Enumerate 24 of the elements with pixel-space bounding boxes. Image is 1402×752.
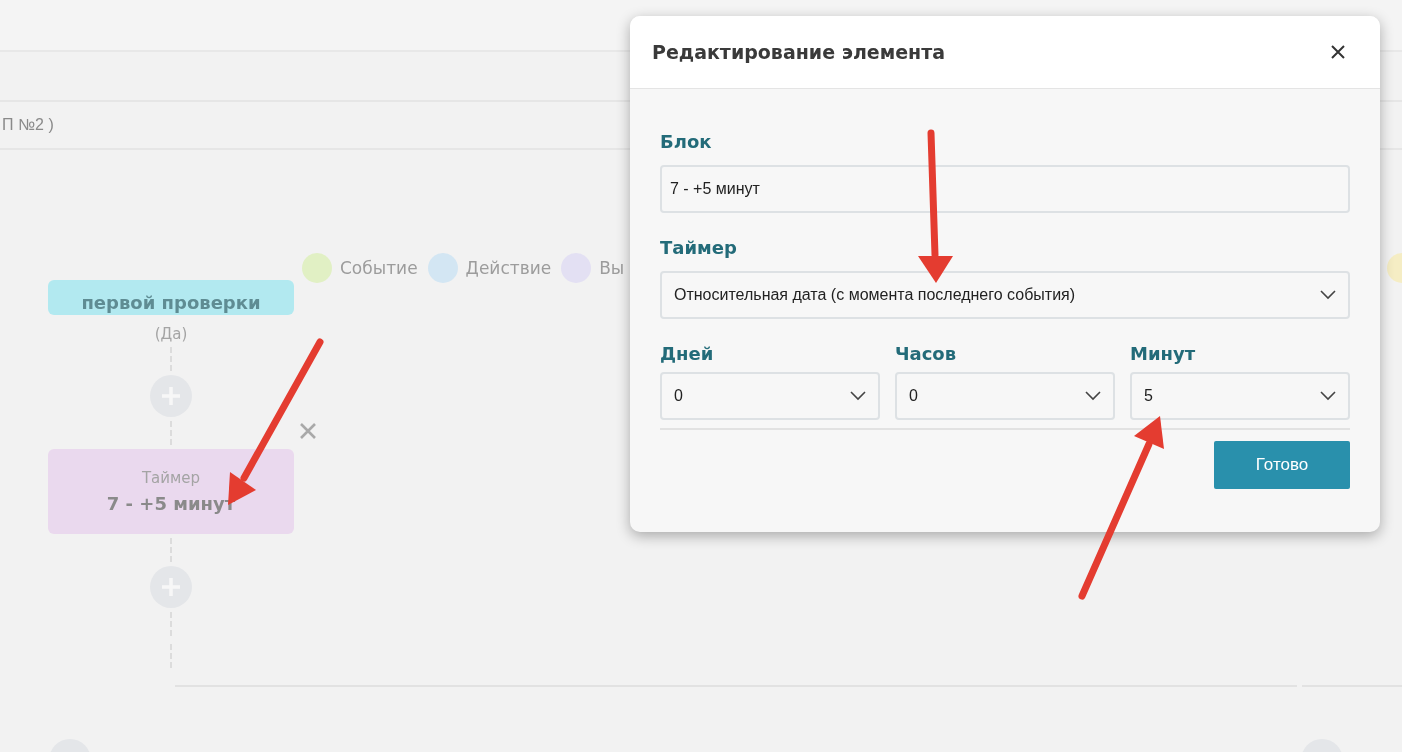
breadcrumb-text: П №2 ) — [2, 116, 54, 134]
number-dropdown[interactable]: 0 — [895, 372, 1115, 420]
field-label: Блок — [660, 131, 713, 152]
field-label: Дней — [660, 343, 715, 364]
chevron-down-icon — [1320, 290, 1336, 300]
chevron-down-icon — [850, 391, 866, 401]
timer-dropdown[interactable]: Относительная дата (с момента последнего события) — [660, 271, 1350, 319]
legend-label: Вы — [599, 258, 625, 278]
chevron-down-icon — [1085, 391, 1101, 401]
field-label: Таймер — [660, 237, 738, 258]
number-dropdown[interactable]: 0 — [660, 372, 880, 420]
chevron-down-icon — [1320, 391, 1336, 401]
close-icon[interactable] — [1330, 44, 1346, 60]
input-field[interactable]: 7 - +5 минут — [660, 165, 1350, 213]
legend-label: Событие — [340, 258, 418, 278]
done-button[interactable]: Готово — [1214, 441, 1350, 489]
legend-label: Действие — [465, 258, 552, 278]
dialog-title: Редактирование элемента — [652, 41, 946, 63]
timer-value: 7 - +5 минут — [105, 493, 237, 514]
field-label: Минут — [1130, 343, 1197, 364]
timer-label: Таймер — [140, 469, 202, 487]
field-label: Часов — [895, 343, 958, 364]
branch-label: (Да) — [154, 325, 188, 343]
number-dropdown[interactable]: 5 — [1130, 372, 1350, 420]
